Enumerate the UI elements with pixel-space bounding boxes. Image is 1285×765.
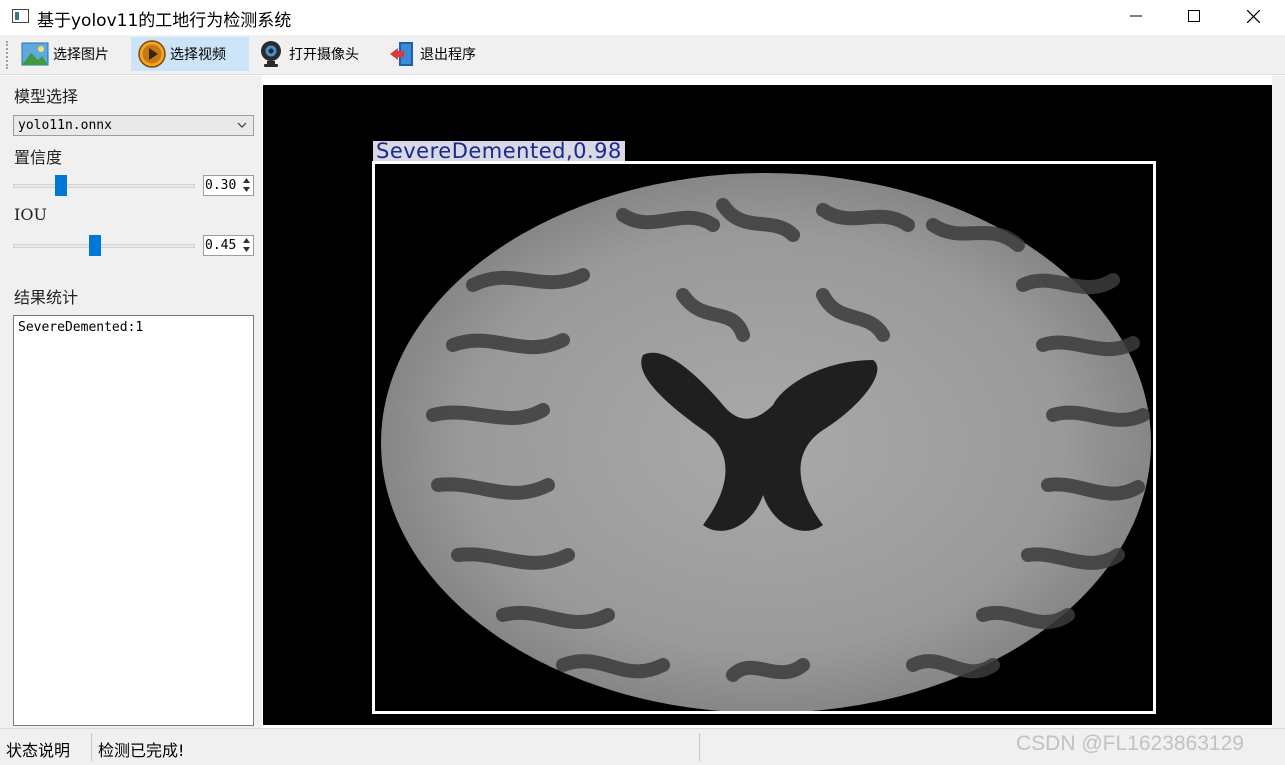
confidence-slider-track: [13, 184, 195, 188]
results-text: SevereDemented:1: [18, 320, 144, 335]
iou-value: 0.45: [205, 238, 237, 253]
spin-down-icon[interactable]: [240, 185, 253, 194]
chevron-down-icon: [237, 122, 247, 128]
image-picture-icon: [21, 40, 49, 68]
detection-image-view: SevereDemented,0.98: [263, 85, 1272, 725]
watermark-text: CSDN @FL1623863129: [1016, 732, 1244, 755]
spin-down-icon[interactable]: [240, 245, 253, 254]
close-icon: [1246, 9, 1260, 23]
iou-spinbox[interactable]: 0.45: [203, 235, 254, 256]
status-separator: [91, 733, 92, 761]
window-title: 基于yolov11的工地行为检测系统: [37, 11, 292, 31]
settings-panel: 模型选择 yolo11n.onnx 置信度 0.30 IOU 0.45 结果统计…: [0, 76, 262, 728]
exit-program-button[interactable]: 退出程序: [381, 37, 483, 71]
status-separator: [699, 733, 700, 761]
title-bar: 基于yolov11的工地行为检测系统: [0, 0, 1285, 34]
model-select-value: yolo11n.onnx: [18, 118, 112, 133]
iou-label: IOU: [14, 205, 47, 224]
exit-program-label: 退出程序: [420, 47, 476, 63]
status-title: 状态说明: [6, 741, 71, 760]
detection-bounding-box: [372, 161, 1156, 714]
confidence-spinbox[interactable]: 0.30: [203, 175, 254, 196]
open-camera-label: 打开摄像头: [289, 47, 359, 63]
webcam-icon: [257, 40, 285, 68]
close-button[interactable]: [1224, 0, 1282, 32]
toolbar-grip[interactable]: [6, 41, 8, 69]
results-label: 结果统计: [14, 288, 79, 307]
minimize-button[interactable]: [1107, 0, 1165, 32]
iou-slider-handle[interactable]: [89, 235, 101, 256]
confidence-slider[interactable]: [13, 175, 195, 197]
iou-slider[interactable]: [13, 235, 195, 257]
status-bar: 状态说明 检测已完成! CSDN @FL1623863129: [0, 728, 1285, 765]
video-play-icon: [138, 40, 166, 68]
model-select-dropdown[interactable]: yolo11n.onnx: [13, 115, 254, 136]
iou-slider-track: [13, 244, 195, 248]
maximize-button[interactable]: [1165, 0, 1223, 32]
maximize-icon: [1188, 10, 1200, 22]
spin-up-icon[interactable]: [240, 236, 253, 245]
open-camera-button[interactable]: 打开摄像头: [250, 37, 366, 71]
right-margin: [1272, 76, 1285, 728]
confidence-slider-handle[interactable]: [55, 175, 67, 196]
select-image-label: 选择图片: [53, 47, 109, 63]
app-window-icon: [12, 9, 29, 23]
select-video-button[interactable]: 选择视频: [131, 37, 249, 71]
confidence-value: 0.30: [205, 178, 237, 193]
spin-up-icon[interactable]: [240, 176, 253, 185]
results-textarea[interactable]: SevereDemented:1: [13, 315, 254, 726]
exit-door-icon: [388, 40, 416, 68]
confidence-label: 置信度: [14, 148, 63, 167]
minimize-icon: [1130, 15, 1142, 17]
toolbar: 选择图片 选择视频 打开摄像头 退出程序: [0, 35, 1285, 75]
select-image-button[interactable]: 选择图片: [14, 37, 116, 71]
select-video-label: 选择视频: [170, 47, 226, 63]
model-select-label: 模型选择: [14, 87, 79, 106]
detection-label: SevereDemented,0.98: [373, 141, 625, 162]
status-message: 检测已完成!: [98, 741, 185, 760]
